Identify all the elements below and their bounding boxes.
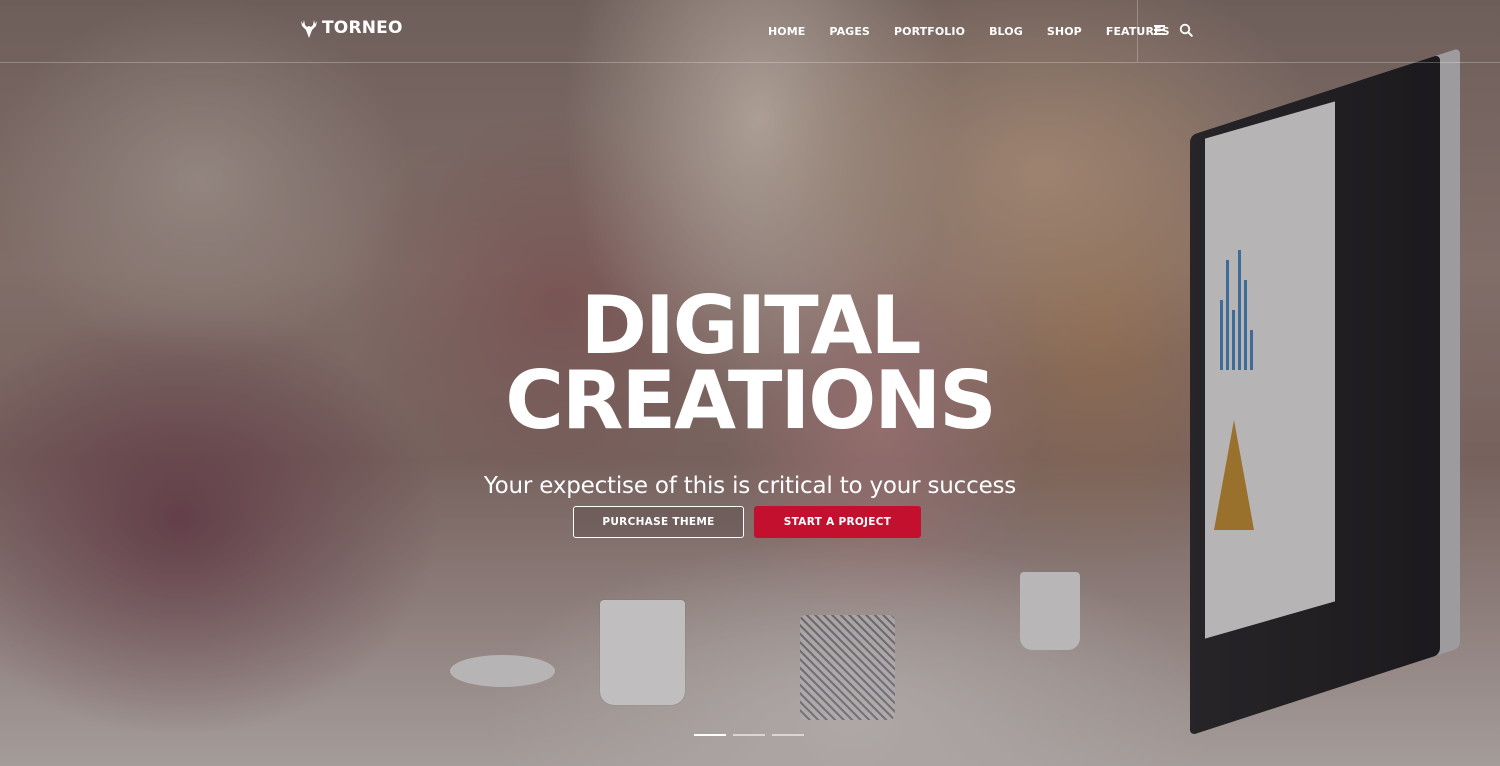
brand-name: TORNEO [322,18,403,38]
site-header: TORNEO HOME PAGES PORTFOLIO BLOG SHOP FE… [0,0,1500,63]
nav-item-home[interactable]: HOME [768,25,805,38]
slider-dot-2[interactable] [733,734,765,736]
slider-pagination [694,734,804,736]
nav-item-shop[interactable]: SHOP [1047,25,1082,38]
search-icon[interactable] [1179,23,1193,37]
hero-subtitle: Your expectise of this is critical to yo… [483,473,1017,499]
nav-item-portfolio[interactable]: PORTFOLIO [894,25,965,38]
nav-item-blog[interactable]: BLOG [989,25,1023,38]
main-navigation: HOME PAGES PORTFOLIO BLOG SHOP FEATURES [768,0,1194,62]
nav-divider [1137,0,1138,62]
slider-dot-3[interactable] [772,734,804,736]
deer-antler-icon [301,20,317,38]
site-logo[interactable]: TORNEO [300,18,403,38]
purchase-theme-button[interactable]: PURCHASE THEME [573,506,744,538]
start-project-button[interactable]: START A PROJECT [754,506,921,538]
hero-slider: TORNEO HOME PAGES PORTFOLIO BLOG SHOP FE… [0,0,1500,766]
hamburger-menu-icon[interactable] [1154,25,1165,35]
hero-title-line2: CREATIONS [505,354,997,447]
slider-dot-1[interactable] [694,734,726,736]
nav-item-pages[interactable]: PAGES [829,25,870,38]
